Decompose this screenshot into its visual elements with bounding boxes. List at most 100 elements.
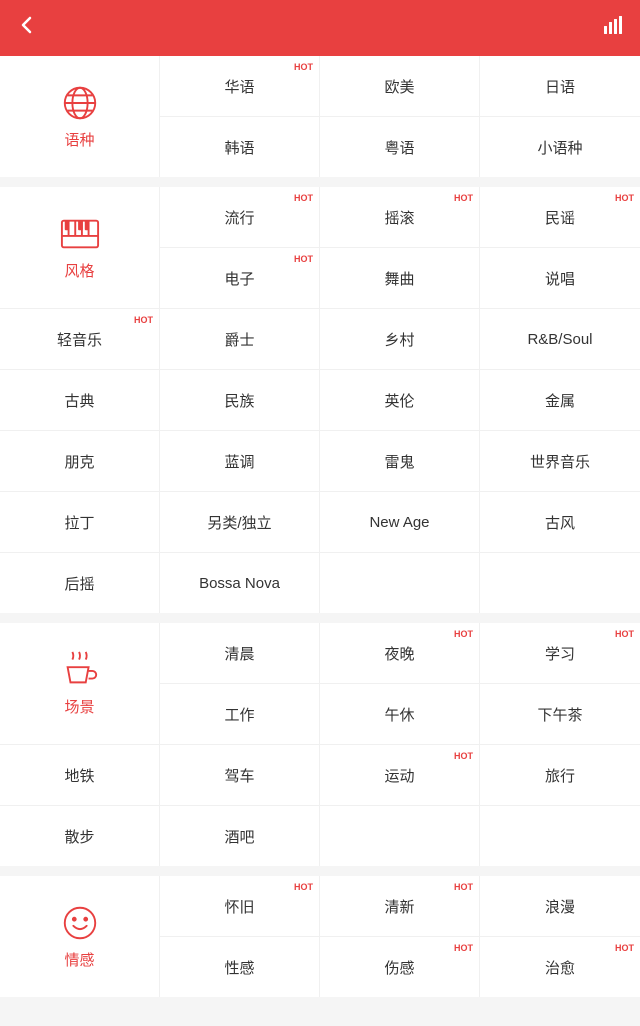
list-item[interactable]: 欧美 — [320, 56, 480, 116]
cell-text: 学习 — [545, 643, 575, 664]
list-item[interactable]: 酒吧 — [160, 806, 320, 866]
hot-badge: HOT — [454, 629, 473, 639]
list-item[interactable]: 韩语 — [160, 117, 320, 177]
table-row: 清晨HOT夜晚HOT学习 — [160, 623, 640, 684]
list-item[interactable]: 性感 — [160, 937, 320, 997]
list-item[interactable]: HOT摇滚 — [320, 187, 480, 247]
hot-badge: HOT — [615, 943, 634, 953]
list-item[interactable]: HOT 轻音乐 — [0, 309, 160, 369]
table-row: 工作 午休 下午茶 — [160, 684, 640, 744]
list-item[interactable]: 粤语 — [320, 117, 480, 177]
hot-badge: HOT — [294, 882, 313, 892]
list-item[interactable]: 清晨 — [160, 623, 320, 683]
list-item[interactable]: 舞曲 — [320, 248, 480, 308]
hot-badge: HOT — [134, 315, 153, 325]
data-rows-language: HOT华语欧美 日语韩语 粤语 小语种 — [160, 56, 640, 177]
list-item[interactable]: HOT民谣 — [480, 187, 640, 247]
list-item[interactable]: HOT华语 — [160, 56, 320, 116]
cell-text: 金属 — [545, 390, 575, 411]
table-row: HOT华语欧美 日语 — [160, 56, 640, 117]
section-emotion: 情感 HOT 怀旧 HOT清新浪漫性感 HOT伤感 HOT 治愈 — [0, 876, 640, 997]
table-row: HOT 轻音乐 爵士 乡村 R&B/Soul — [0, 309, 640, 370]
cell-text: 伤感 — [384, 957, 414, 978]
list-item[interactable]: 午休 — [320, 684, 480, 744]
category-label-scene: 场景 — [64, 696, 94, 717]
section-top-scene: 场景清晨HOT夜晚HOT学习工作午休下午茶 — [0, 623, 640, 745]
cell-text: 午休 — [384, 704, 414, 725]
cell-text: 蓝调 — [224, 451, 254, 472]
category-label-emotion: 情感 — [64, 949, 94, 970]
list-item[interactable]: New Age — [320, 492, 480, 552]
list-item[interactable]: 工作 — [160, 684, 320, 744]
list-item[interactable]: HOT夜晚 — [320, 623, 480, 683]
table-row: HOT流行HOT摇滚HOT民谣 — [160, 187, 640, 248]
list-item[interactable]: 旅行 — [480, 745, 640, 805]
cell-text: 治愈 — [545, 957, 575, 978]
table-row: 朋克 蓝调 雷鬼 世界音乐 — [0, 431, 640, 492]
list-item[interactable]: HOT清新 — [320, 876, 480, 936]
list-item[interactable]: 浪漫 — [480, 876, 640, 936]
list-item[interactable]: 民族 — [160, 370, 320, 430]
cell-text: 酒吧 — [224, 826, 254, 847]
cell-text: 地铁 — [64, 765, 94, 786]
cell-text: 粤语 — [384, 137, 414, 158]
list-item[interactable]: Bossa Nova — [160, 553, 320, 613]
category-label-language: 语种 — [64, 129, 94, 150]
cell-text: 后摇 — [64, 573, 94, 594]
list-item[interactable]: 说唱 — [480, 248, 640, 308]
list-item[interactable]: HOT 怀旧 — [160, 876, 320, 936]
list-item[interactable]: HOT电子 — [160, 248, 320, 308]
data-rows-top-scene: 清晨HOT夜晚HOT学习工作午休下午茶 — [160, 623, 640, 744]
list-item[interactable]: 驾车 — [160, 745, 320, 805]
list-item[interactable]: 小语种 — [480, 117, 640, 177]
data-rows-emotion: HOT 怀旧 HOT清新浪漫性感 HOT伤感 HOT 治愈 — [160, 876, 640, 997]
list-item[interactable]: 后摇 — [0, 553, 160, 613]
table-row: 地铁 驾车 HOT 运动 旅行 — [0, 745, 640, 806]
list-item[interactable]: HOT伤感 — [320, 937, 480, 997]
category-scene: 场景 — [0, 623, 160, 744]
list-item[interactable]: 下午茶 — [480, 684, 640, 744]
cell-text: 雷鬼 — [384, 451, 414, 472]
list-item[interactable]: 蓝调 — [160, 431, 320, 491]
list-item[interactable]: 散步 — [0, 806, 160, 866]
list-item[interactable]: HOT学习 — [480, 623, 640, 683]
cell-text: 爵士 — [224, 329, 254, 350]
list-item[interactable]: 古风 — [480, 492, 640, 552]
list-item[interactable]: 拉丁 — [0, 492, 160, 552]
list-item[interactable]: 日语 — [480, 56, 640, 116]
cell-text: 性感 — [224, 957, 254, 978]
cell-text: New Age — [369, 514, 429, 531]
cell-text: 怀旧 — [224, 896, 254, 917]
chart-icon[interactable] — [602, 14, 624, 42]
list-item[interactable]: 金属 — [480, 370, 640, 430]
back-button[interactable] — [16, 14, 38, 42]
hot-badge: HOT — [294, 62, 313, 72]
cell-text: 运动 — [384, 765, 414, 786]
cell-text: 日语 — [545, 76, 575, 97]
header — [0, 0, 640, 56]
table-row: 韩语 粤语 小语种 — [160, 117, 640, 177]
list-item[interactable]: 英伦 — [320, 370, 480, 430]
category-style: 风格 — [0, 187, 160, 308]
cell-text: 轻音乐 — [57, 329, 102, 350]
list-item[interactable]: 地铁 — [0, 745, 160, 805]
section-top-style: 风格HOT流行HOT摇滚HOT民谣HOT电子舞曲说唱 — [0, 187, 640, 309]
cell-text: 流行 — [224, 207, 254, 228]
table-row: 古典民族英伦 金属 — [0, 370, 640, 431]
list-item[interactable]: 世界音乐 — [480, 431, 640, 491]
list-item[interactable]: HOT流行 — [160, 187, 320, 247]
list-item[interactable]: HOT 运动 — [320, 745, 480, 805]
list-item[interactable]: 古典 — [0, 370, 160, 430]
list-item[interactable]: 乡村 — [320, 309, 480, 369]
list-item[interactable]: 爵士 — [160, 309, 320, 369]
list-item[interactable]: 朋克 — [0, 431, 160, 491]
list-item[interactable]: HOT 治愈 — [480, 937, 640, 997]
hot-badge: HOT — [454, 751, 473, 761]
list-item — [320, 806, 480, 866]
list-item[interactable]: 雷鬼 — [320, 431, 480, 491]
hot-badge: HOT — [294, 254, 313, 264]
table-row: HOT电子舞曲说唱 — [160, 248, 640, 308]
list-item[interactable]: 另类/独立 — [160, 492, 320, 552]
cell-text: R&B/Soul — [527, 331, 592, 348]
list-item[interactable]: R&B/Soul — [480, 309, 640, 369]
